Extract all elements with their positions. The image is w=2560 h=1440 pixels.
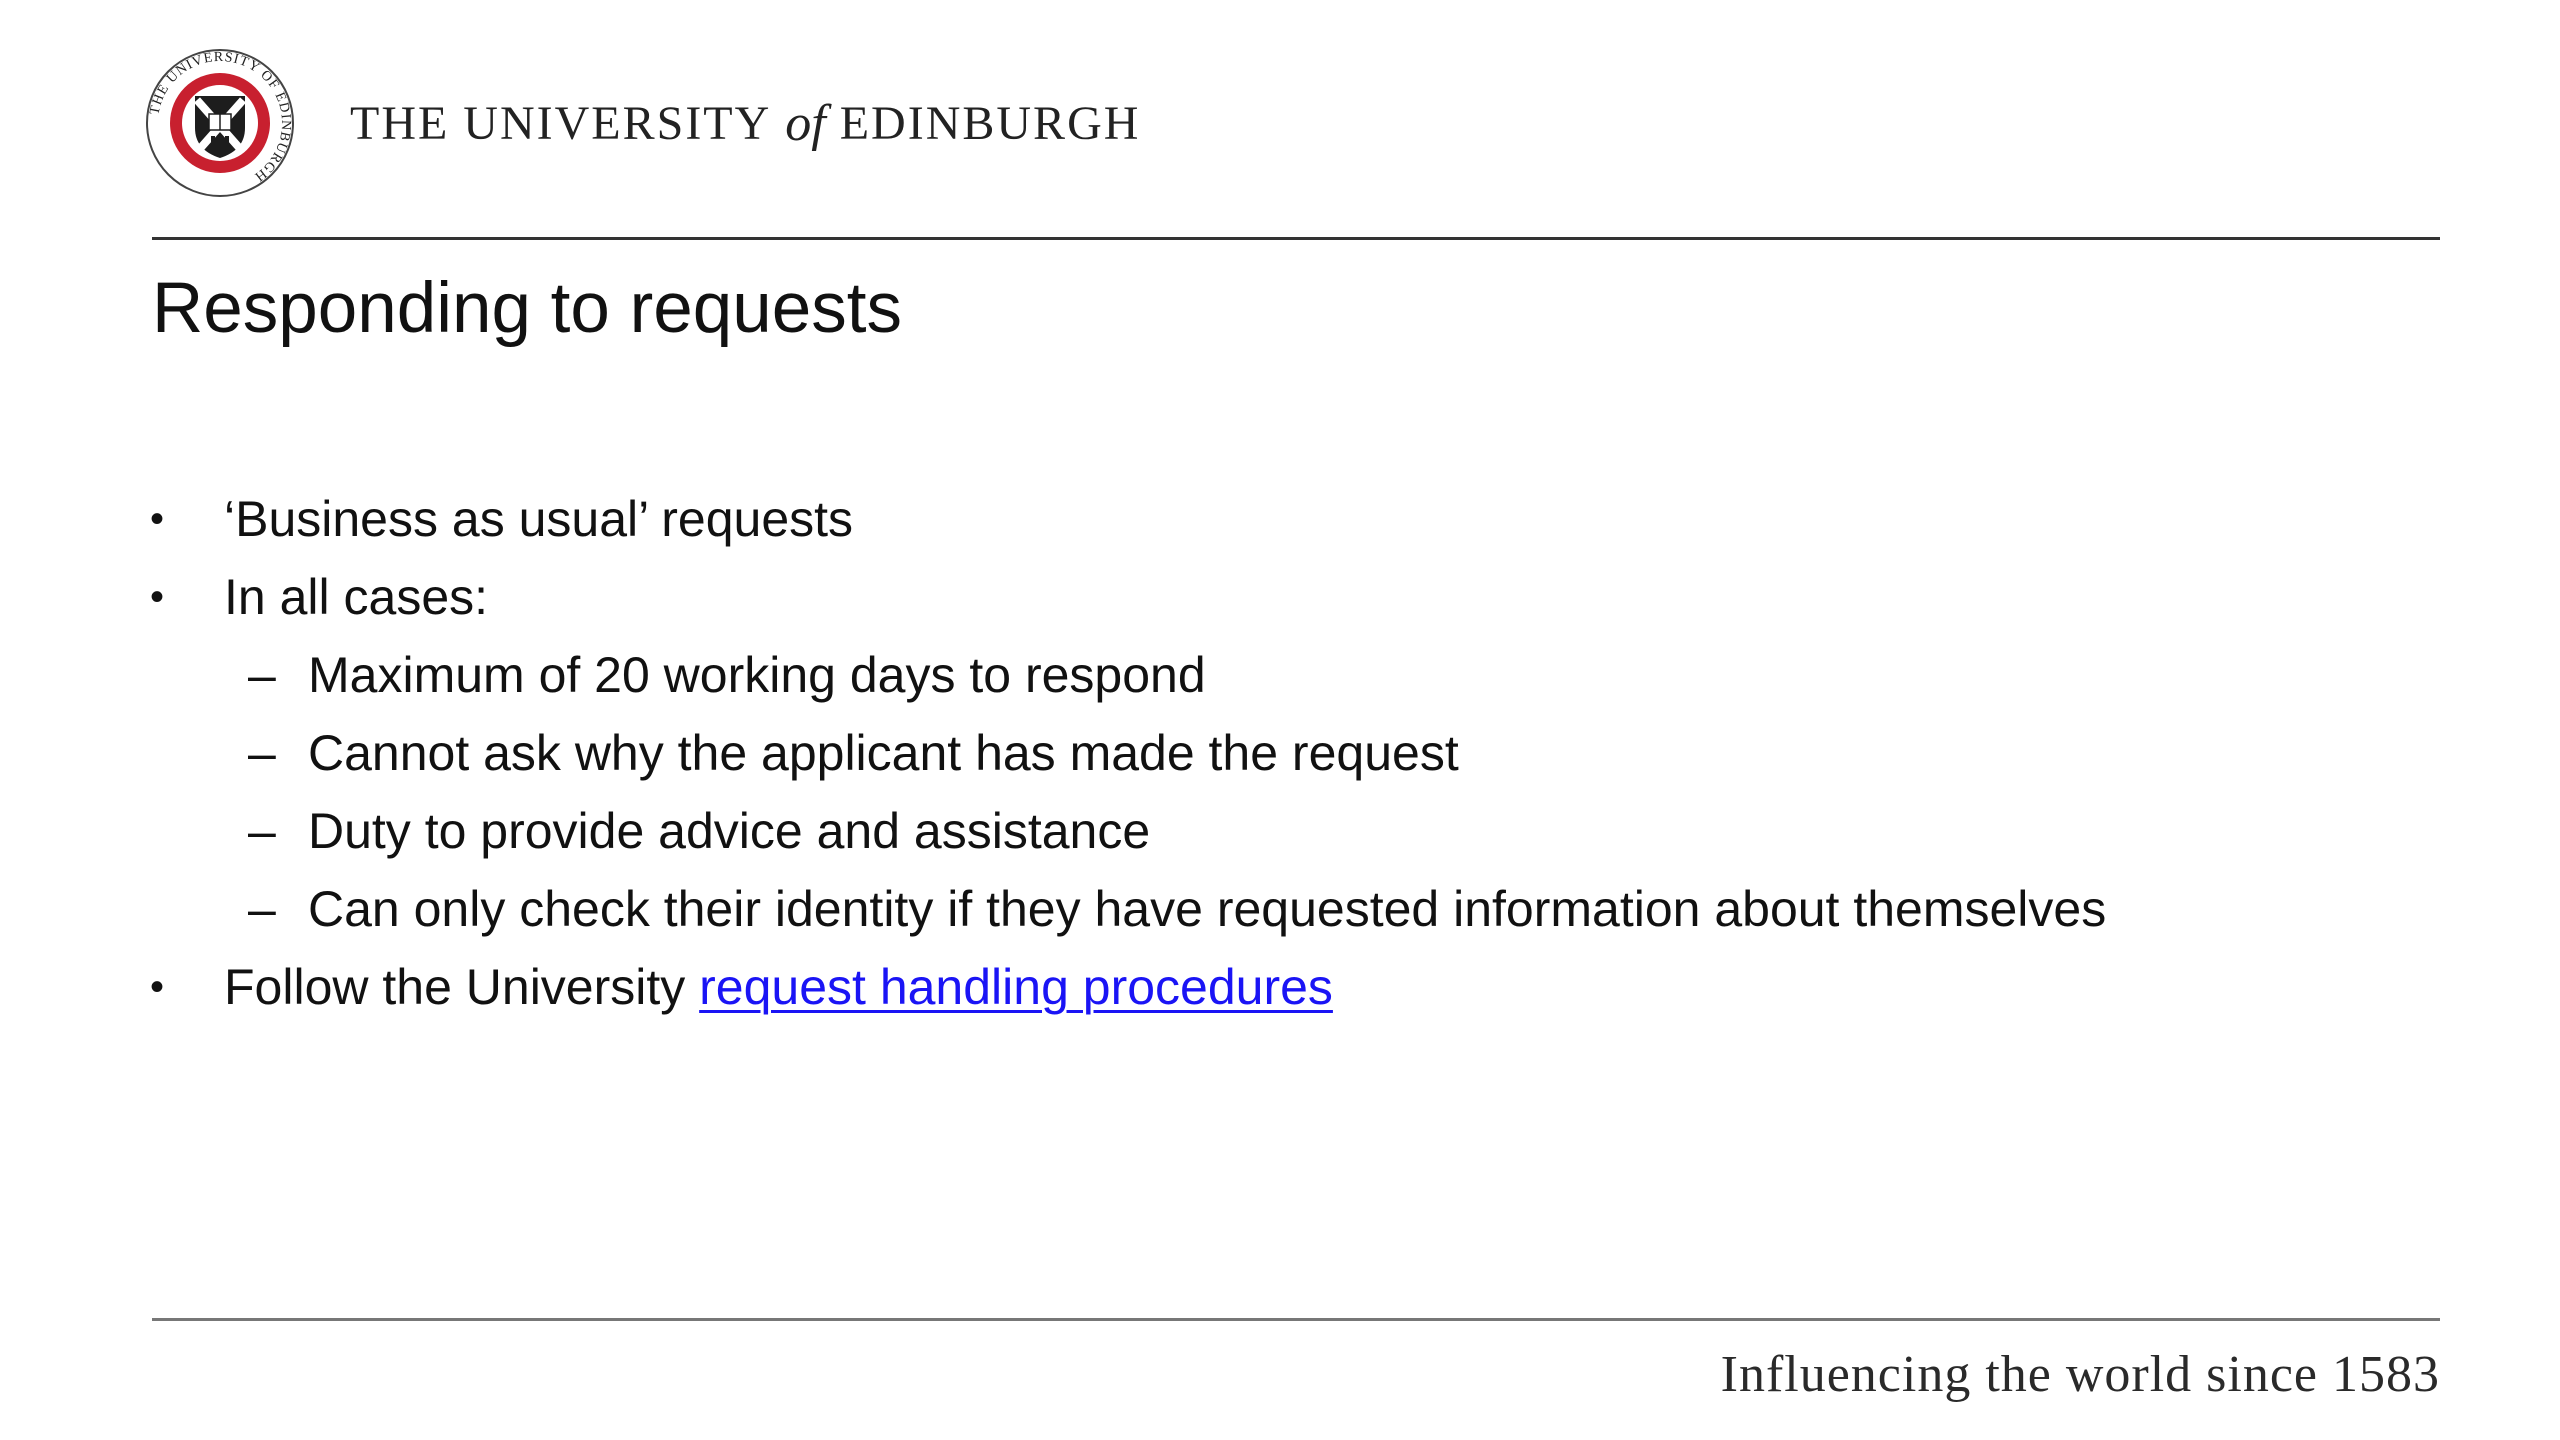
bullet-text-with-link: Follow the University request handling p… bbox=[224, 958, 1333, 1016]
bullet-text: ‘Business as usual’ requests bbox=[224, 491, 854, 547]
university-name-part2: EDINBURGH bbox=[839, 96, 1141, 150]
sub-bullet-text: Can only check their identity if they ha… bbox=[308, 881, 2107, 937]
sub-bullet-text: Maximum of 20 working days to respond bbox=[308, 647, 1206, 703]
header-divider bbox=[152, 237, 2440, 240]
bullet-marker: • bbox=[150, 574, 165, 619]
bullet-marker: • bbox=[150, 496, 165, 541]
university-crest-icon: THE UNIVERSITY OF EDINBURGH bbox=[146, 49, 294, 197]
university-wordmark: THE UNIVERSITY of EDINBURGH bbox=[350, 48, 1140, 198]
request-handling-procedures-link[interactable]: request handling procedures bbox=[699, 959, 1333, 1015]
sub-bullet-text: Duty to provide advice and assistance bbox=[308, 803, 1151, 859]
university-name-of: of bbox=[785, 94, 826, 152]
footer-tagline: Influencing the world since 1583 bbox=[1720, 1346, 2440, 1403]
sub-bullet-text: Cannot ask why the applicant has made th… bbox=[308, 725, 1459, 781]
dash-marker: – bbox=[248, 881, 276, 937]
university-name-part1: THE UNIVERSITY bbox=[350, 96, 772, 150]
dash-marker: – bbox=[248, 725, 276, 781]
footer-divider bbox=[152, 1318, 2440, 1321]
bullet-marker: • bbox=[150, 964, 165, 1009]
dash-marker: – bbox=[248, 647, 276, 703]
bullet-text: In all cases: bbox=[224, 569, 489, 625]
university-logo[interactable]: THE UNIVERSITY OF EDINBURGH THE UNIVERSI… bbox=[145, 48, 1138, 198]
slide: THE UNIVERSITY OF EDINBURGH THE UNIVERSI… bbox=[0, 0, 2560, 1440]
bullet-text: Follow the University bbox=[224, 959, 700, 1015]
dash-marker: – bbox=[248, 803, 276, 859]
slide-title: Responding to requests bbox=[152, 269, 902, 348]
